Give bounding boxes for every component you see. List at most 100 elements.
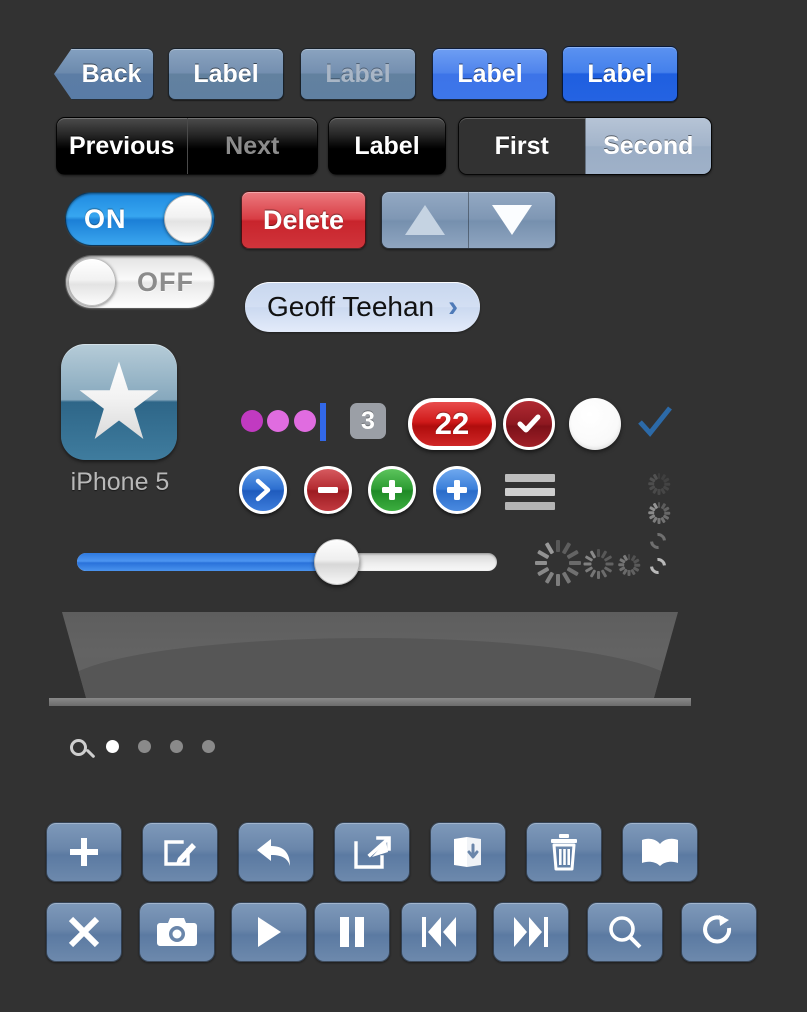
- file-save-button[interactable]: [430, 822, 506, 882]
- rewind-button[interactable]: [401, 902, 477, 962]
- segment-next[interactable]: Next: [186, 118, 318, 174]
- page-dot-3[interactable]: [170, 740, 183, 753]
- nav-button-label-3[interactable]: Label: [432, 48, 548, 100]
- pause-icon: [340, 917, 364, 947]
- plus-icon: [382, 480, 402, 500]
- banner-shelf: [49, 698, 691, 706]
- checkmark-icon: [636, 404, 674, 447]
- delete-button[interactable]: Delete: [241, 191, 366, 249]
- banner-wave: [62, 638, 678, 700]
- stepper-up-button[interactable]: [382, 192, 468, 248]
- triangle-down-icon: [492, 205, 532, 235]
- fastforward-button[interactable]: [493, 902, 569, 962]
- nav-button-label-2[interactable]: Label: [300, 48, 416, 100]
- page-dot-4[interactable]: [202, 740, 215, 753]
- share-button[interactable]: [334, 822, 410, 882]
- remove-button[interactable]: [304, 466, 352, 514]
- segment-label[interactable]: Label: [329, 118, 445, 174]
- back-button-label: Back: [81, 59, 142, 88]
- pause-button[interactable]: [314, 902, 390, 962]
- mockup-canvas: Back Label Label Label Label Previous Ne…: [0, 0, 807, 1012]
- slider-fill: [77, 553, 338, 571]
- segment-second[interactable]: Second: [584, 118, 711, 174]
- segment-next-label: Next: [225, 131, 280, 160]
- nav-button-label-4-text: Label: [587, 59, 653, 88]
- chevron-right-icon: [255, 478, 271, 502]
- add-blue-button[interactable]: [433, 466, 481, 514]
- refresh-icon: [703, 915, 732, 944]
- contact-pill[interactable]: Geoff Teehan ›: [245, 282, 481, 332]
- page-dot-2[interactable]: [138, 740, 151, 753]
- nav-button-label-4[interactable]: Label: [562, 46, 678, 102]
- badge-red: 22: [408, 398, 496, 450]
- search-button[interactable]: [587, 902, 663, 962]
- refresh-button[interactable]: [681, 902, 757, 962]
- share-arrow-icon: [354, 836, 391, 869]
- volume-slider[interactable]: [77, 539, 497, 585]
- nav-button-label-1[interactable]: Label: [168, 48, 284, 100]
- fast-forward-icon: [514, 917, 548, 947]
- reply-button[interactable]: [238, 822, 314, 882]
- refresh-ring-dim: [646, 529, 670, 553]
- segment-second-label: Second: [603, 131, 694, 160]
- trash-button[interactable]: [526, 822, 602, 882]
- reply-arrow-icon: [257, 839, 290, 866]
- segment-first-label: First: [494, 131, 549, 160]
- stepper-down-button[interactable]: [468, 192, 555, 248]
- bookmarks-button[interactable]: [622, 822, 698, 882]
- compose-button[interactable]: [142, 822, 218, 882]
- reorder-bar-3: [505, 502, 555, 510]
- typing-dot-2: [267, 410, 289, 432]
- segment-first[interactable]: First: [459, 118, 585, 174]
- segment-previous[interactable]: Previous: [57, 118, 187, 174]
- spinner-large: [535, 540, 581, 586]
- add-button[interactable]: [46, 822, 122, 882]
- x-icon: [68, 916, 100, 948]
- reorder-handle-icon[interactable]: [505, 474, 555, 516]
- book-icon: [642, 838, 678, 866]
- refresh-ring-bright: [646, 554, 670, 578]
- segment-previous-label: Previous: [68, 131, 175, 160]
- search-icon[interactable]: [70, 739, 87, 756]
- spinner-medium: [583, 549, 613, 579]
- back-button[interactable]: Back: [54, 48, 154, 100]
- segment-label-text: Label: [354, 131, 420, 160]
- nav-button-label-3-text: Label: [457, 59, 523, 88]
- typing-dot-3: [294, 410, 316, 432]
- disclosure-chevron-button[interactable]: [239, 466, 287, 514]
- switch-off-label: OFF: [137, 266, 194, 297]
- switch-on-knob[interactable]: [164, 195, 212, 243]
- stepper-control[interactable]: [381, 191, 556, 249]
- page-dot-1[interactable]: [106, 740, 119, 753]
- segmented-label[interactable]: Label: [328, 117, 446, 175]
- check-circle-icon: [503, 398, 555, 450]
- minus-icon: [318, 487, 338, 493]
- add-green-button[interactable]: [368, 466, 416, 514]
- reorder-bar-1: [505, 474, 555, 482]
- play-icon: [258, 917, 281, 947]
- compose-icon: [164, 840, 196, 866]
- segmented-prev-next[interactable]: Previous Next: [56, 117, 318, 175]
- app-icon-label: iPhone 5: [70, 468, 170, 496]
- switch-on-label: ON: [84, 203, 127, 234]
- play-button[interactable]: [231, 902, 307, 962]
- badge-gray: 3: [350, 403, 386, 439]
- nav-button-label-1-text: Label: [193, 59, 259, 88]
- close-button[interactable]: [46, 902, 122, 962]
- app-icon-star[interactable]: [61, 344, 177, 460]
- switch-off-knob[interactable]: [68, 258, 116, 306]
- contact-pill-label: Geoff Teehan: [267, 291, 435, 322]
- empty-circle-icon: [569, 398, 621, 450]
- switch-off[interactable]: OFF: [65, 255, 215, 309]
- perspective-banner: [62, 612, 678, 700]
- delete-button-label: Delete: [262, 204, 345, 235]
- reorder-bar-2: [505, 488, 555, 496]
- folder-download-icon: [454, 837, 481, 867]
- camera-button[interactable]: [139, 902, 215, 962]
- switch-on[interactable]: ON: [65, 192, 215, 246]
- segmented-first-second[interactable]: First Second: [458, 117, 712, 175]
- triangle-up-icon: [405, 205, 445, 235]
- slider-thumb[interactable]: [314, 539, 361, 585]
- trash-icon: [551, 834, 577, 871]
- plus-icon: [447, 480, 467, 500]
